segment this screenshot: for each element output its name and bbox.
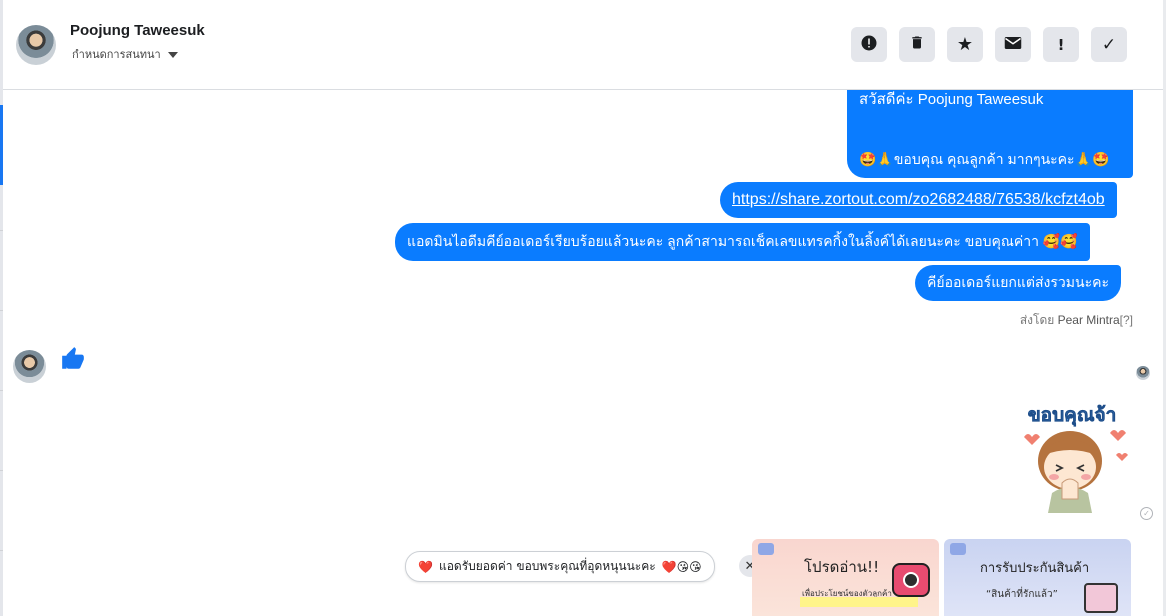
message-bubble-note: คีย์ออเดอร์แยกแต่ส่งรวมนะคะ xyxy=(915,265,1121,301)
list-divider xyxy=(0,390,3,391)
sent-by-help[interactable]: [?] xyxy=(1120,313,1133,327)
conversation-list-edge xyxy=(0,0,3,616)
card-title: การรับประกันสินค้า xyxy=(980,561,1090,576)
tracking-link[interactable]: https://share.zortout.com/zo2682488/7653… xyxy=(732,191,1105,209)
message-bubble-order: แอดมินไอดีมคีย์ออเดอร์เรียบร้อยแล้วนะคะ … xyxy=(395,223,1090,261)
sent-by-name[interactable]: Pear Mintra xyxy=(1058,313,1120,327)
thank-you-sticker: ขอบคุณจ้า xyxy=(1012,397,1132,517)
image-card-warranty[interactable]: การรับประกันสินค้า “สินค้าที่รักแล้ว” xyxy=(944,539,1131,616)
sent-by-prefix: ส่งโดย xyxy=(1019,313,1055,327)
envelope-icon xyxy=(1004,36,1022,54)
camera-icon xyxy=(892,563,930,597)
delivered-check-icon: ✓ xyxy=(1140,507,1153,520)
list-divider xyxy=(0,550,3,551)
conversation-header: Poojung Taweesuk กำหนดการสนทนา ★ ! ✓ xyxy=(3,0,1163,90)
sticker-text: ขอบคุณจ้า xyxy=(1028,404,1117,427)
package-icon xyxy=(1084,583,1118,613)
chat-icon xyxy=(950,543,966,555)
star-button[interactable]: ★ xyxy=(947,27,983,62)
contact-avatar[interactable] xyxy=(16,25,56,65)
mark-unread-button[interactable] xyxy=(995,27,1031,62)
conversation-label-dropdown[interactable]: กำหนดการสนทนา xyxy=(72,45,178,63)
sent-by-label: ส่งโดย Pear Mintra[?] xyxy=(1020,311,1133,330)
image-card-notice[interactable]: โปรดอ่าน!! เพื่อประโยชน์ของตัวลูกค้า xyxy=(752,539,939,616)
list-divider xyxy=(0,470,3,471)
important-button[interactable]: ! xyxy=(1043,27,1079,62)
customer-avatar[interactable] xyxy=(13,350,46,383)
list-divider xyxy=(0,310,3,311)
check-icon: ✓ xyxy=(1101,34,1117,55)
card-title: โปรดอ่าน!! xyxy=(804,558,880,576)
thumbs-up-icon xyxy=(60,346,86,376)
highlight-stripe xyxy=(800,597,918,607)
chat-icon xyxy=(758,543,774,555)
seen-avatar xyxy=(1136,366,1150,380)
quick-reply-emoji: ❤️😘😘 xyxy=(661,559,702,574)
thanks-text: 🤩🙏ขอบคุณ คุณลูกค้า มากๆนะคะ🙏🤩 xyxy=(859,151,1110,167)
quick-reply-chip[interactable]: ❤️ แอดรับยอดค่า ขอบพระคุณที่อุดหนุนนะคะ … xyxy=(405,551,715,582)
mark-done-button[interactable]: ✓ xyxy=(1091,27,1127,62)
note-text: คีย์ออเดอร์แยกแต่ส่งรวมนะคะ xyxy=(927,274,1109,290)
star-icon: ★ xyxy=(956,34,974,55)
order-text: แอดมินไอดีมคีย์ออเดอร์เรียบร้อยแล้วนะคะ … xyxy=(407,233,1078,249)
caret-down-icon xyxy=(167,52,178,58)
message-bubble-link: https://share.zortout.com/zo2682488/7653… xyxy=(720,182,1117,218)
contact-name[interactable]: Poojung Taweesuk xyxy=(70,22,205,39)
chat-window: สวัสดีค่ะ Poojung Taweesuk 🤩🙏ขอบคุณ คุณล… xyxy=(0,0,1166,616)
selected-conversation-indicator xyxy=(0,105,3,185)
greeting-text: สวัสดีค่ะ Poojung Taweesuk xyxy=(859,91,1044,108)
exclamation-icon: ! xyxy=(1057,35,1065,54)
conversation-label-text: กำหนดการสนทนา xyxy=(72,48,161,61)
delete-button[interactable] xyxy=(899,27,935,62)
quick-reply-text: แอดรับยอดค่า ขอบพระคุณที่อุดหนุนนะคะ xyxy=(438,559,656,573)
heart-icon: ❤️ xyxy=(418,559,433,574)
alert-circle-icon xyxy=(860,34,878,56)
card-subtitle: “สินค้าที่รักแล้ว” xyxy=(986,589,1058,600)
list-divider xyxy=(0,230,3,231)
report-button[interactable] xyxy=(851,27,887,62)
trash-icon xyxy=(909,34,925,55)
